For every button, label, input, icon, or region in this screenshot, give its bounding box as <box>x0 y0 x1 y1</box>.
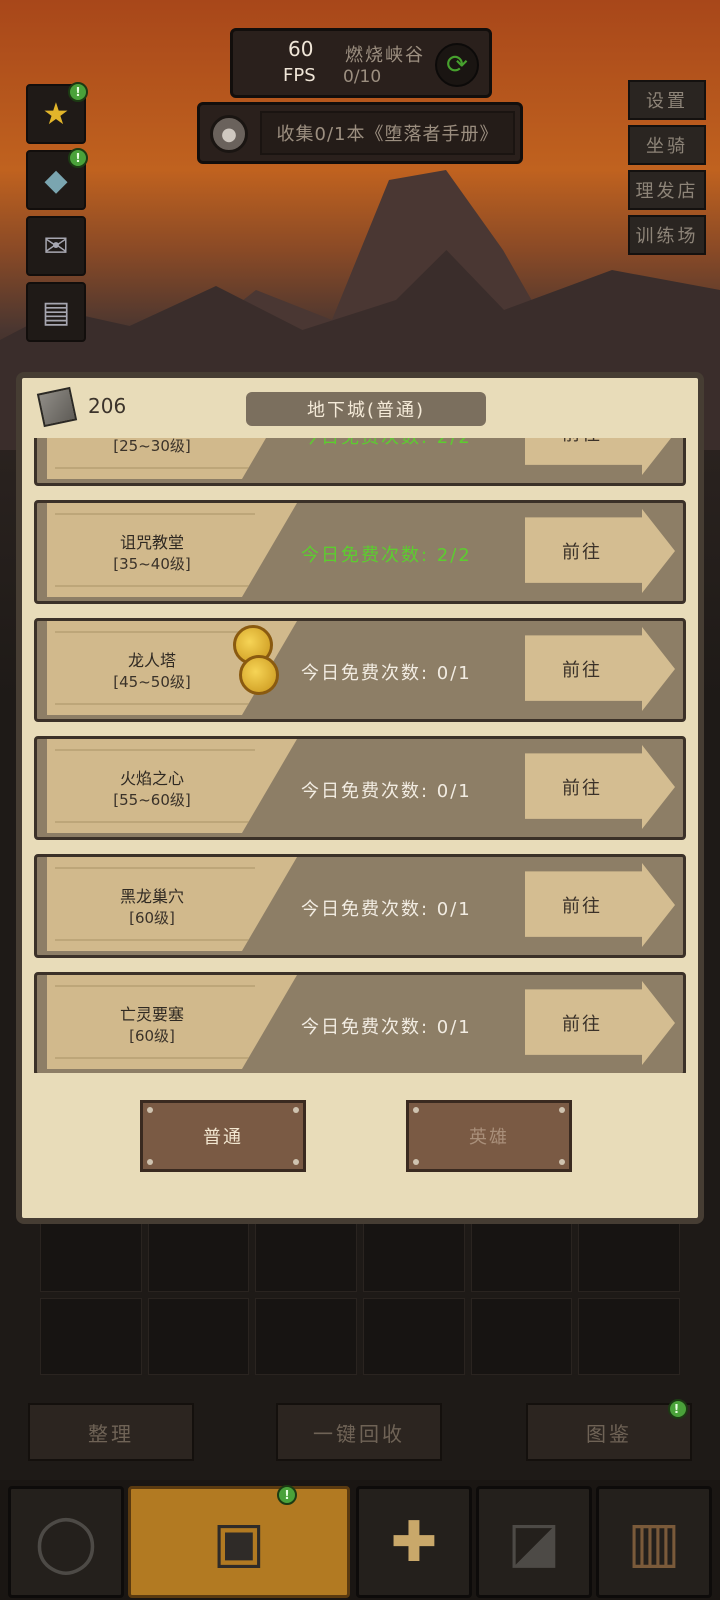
dungeon-row: 亡灵要塞 [60级] 今日免费次数: 0/1 前往 <box>34 972 686 1073</box>
dungeon-level: [60级] <box>129 1027 175 1045</box>
go-button[interactable]: 前往 <box>525 509 675 593</box>
dungeon-dialog: 206 地下城(普通) [25~30级] 今日免费次数: 2/2 前往 诅咒教堂… <box>16 372 704 1224</box>
dungeon-name: 诅咒教堂 <box>119 533 184 552</box>
dungeon-level: [60级] <box>129 909 175 927</box>
amulet-icon[interactable]: ✚ <box>356 1486 472 1598</box>
menu-mount[interactable]: 坐骑 <box>628 125 706 165</box>
free-count: 今日免费次数: 0/1 <box>301 663 472 684</box>
dungeon-row: 诅咒教堂 [35~40级] 今日免费次数: 2/2 前往 <box>34 500 686 604</box>
crystal-icon[interactable]: ◆! <box>26 148 88 210</box>
tab-normal[interactable]: 普通 <box>140 1100 306 1172</box>
ring-icon[interactable]: ◯ <box>8 1486 124 1598</box>
dungeon-name: 亡灵要塞 <box>119 1005 184 1024</box>
recycle-button[interactable]: 一键回收 <box>276 1403 442 1461</box>
currency-value: 206 <box>88 394 127 418</box>
dungeon-level: [35~40级] <box>113 555 191 573</box>
quest-bar[interactable]: ● 收集0/1本《堕落者手册》 <box>197 102 523 164</box>
go-button[interactable]: 前往 <box>525 438 675 475</box>
menu-training[interactable]: 训练场 <box>628 215 706 255</box>
quest-text: 收集0/1本《堕落者手册》 <box>260 111 515 155</box>
codex-button[interactable]: 图鉴 ! <box>526 1399 692 1461</box>
free-count: 今日免费次数: 0/1 <box>301 1017 472 1038</box>
quest-icon: ● <box>210 115 248 153</box>
notification-badge: ! <box>668 1399 688 1419</box>
mail-icon[interactable]: ✉ <box>26 216 86 276</box>
notification-badge: ! <box>277 1485 297 1505</box>
inventory-grid <box>40 1215 680 1375</box>
go-button[interactable]: 前往 <box>525 981 675 1065</box>
zone-name: 燃烧峡谷 <box>345 45 425 66</box>
go-button[interactable]: 前往 <box>525 627 675 711</box>
sort-button[interactable]: 整理 <box>28 1403 194 1461</box>
fps-value: 60 <box>288 37 314 61</box>
armor-icon[interactable]: ▣! <box>128 1485 350 1598</box>
tab-hero-label: 英雄 <box>469 1127 509 1148</box>
dungeon-level: [45~50级] <box>113 673 191 691</box>
menu-barber[interactable]: 理发店 <box>628 170 706 210</box>
dungeon-name: 火焰之心 <box>119 769 184 788</box>
dungeon-name: 龙人塔 <box>127 651 176 670</box>
free-count: 今日免费次数: 2/2 <box>301 438 472 449</box>
star-icon[interactable]: ★! <box>26 82 88 144</box>
chest-icon[interactable]: ▤ <box>26 282 86 342</box>
zone-progress: 0/10 <box>343 67 382 87</box>
free-count: 今日免费次数: 0/1 <box>301 899 472 920</box>
dungeon-name: 黑龙巢穴 <box>119 887 184 906</box>
tab-hero[interactable]: 英雄 <box>406 1100 572 1172</box>
ticket-icon <box>36 386 78 428</box>
dungeon-list[interactable]: [25~30级] 今日免费次数: 2/2 前往 诅咒教堂 [35~40级] 今日… <box>34 438 686 1073</box>
go-button[interactable]: 前往 <box>525 863 675 947</box>
dungeon-level: [55~60级] <box>113 791 191 809</box>
free-count: 今日免费次数: 2/2 <box>301 545 472 566</box>
tab-normal-label: 普通 <box>203 1127 243 1148</box>
dungeon-level: [25~30级] <box>113 438 191 455</box>
dungeon-row: 黑龙巢穴 [60级] 今日免费次数: 0/1 前往 <box>34 854 686 958</box>
book-icon[interactable]: ◪ <box>476 1486 592 1598</box>
dungeon-row: 龙人塔 [45~50级] 今日免费次数: 0/1 前往 <box>34 618 686 722</box>
codex-label: 图鉴 <box>586 1421 632 1446</box>
go-button[interactable]: 前往 <box>525 745 675 829</box>
dungeon-row: [25~30级] 今日免费次数: 2/2 前往 <box>34 438 686 486</box>
notification-badge: ! <box>68 82 88 102</box>
dungeon-row: 火焰之心 [55~60级] 今日免费次数: 0/1 前往 <box>34 736 686 840</box>
fps-label: FPS <box>283 65 316 86</box>
zone-panel: 60 FPS 燃烧峡谷 0/10 ⟳ <box>230 28 492 98</box>
dialog-title: 地下城(普通) <box>246 392 486 426</box>
notification-badge: ! <box>68 148 88 168</box>
free-count: 今日免费次数: 0/1 <box>301 781 472 802</box>
chest-slot-icon[interactable]: ▥ <box>596 1486 712 1598</box>
dialog-header: 206 地下城(普通) <box>22 378 698 438</box>
refresh-icon[interactable]: ⟳ <box>435 43 479 87</box>
menu-settings[interactable]: 设置 <box>628 80 706 120</box>
